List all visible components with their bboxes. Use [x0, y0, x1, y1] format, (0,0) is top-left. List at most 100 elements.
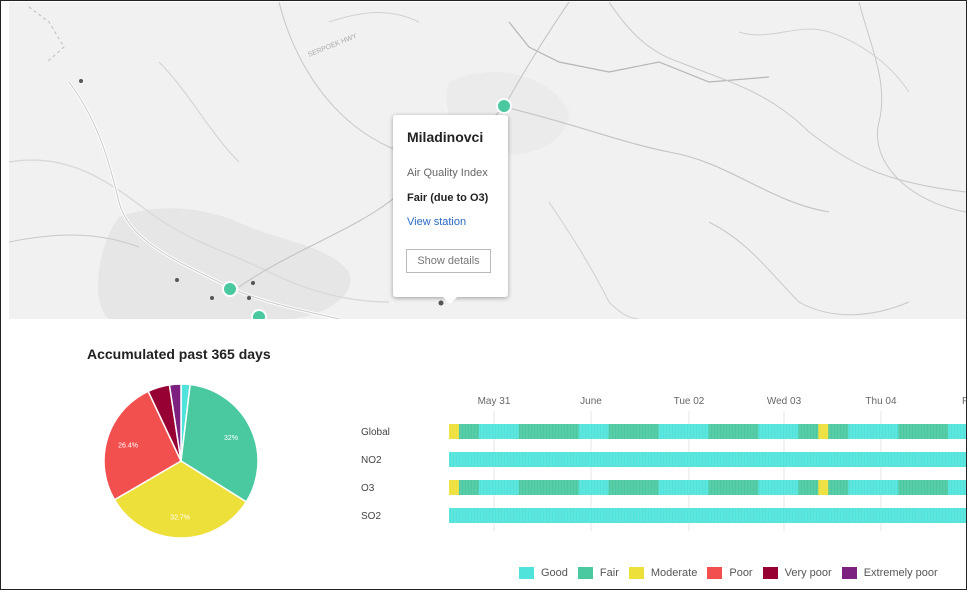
timeline-cell[interactable] — [498, 480, 510, 495]
timeline-cell[interactable] — [748, 480, 759, 495]
timeline-cell[interactable] — [528, 424, 540, 439]
timeline-cell[interactable] — [808, 480, 819, 495]
timeline-cell[interactable] — [508, 508, 520, 523]
timeline-cell[interactable] — [628, 480, 639, 495]
timeline-cell[interactable] — [838, 424, 849, 439]
timeline-cell[interactable] — [468, 452, 480, 467]
timeline-cell[interactable] — [478, 480, 490, 495]
timeline-cell[interactable] — [478, 452, 490, 467]
timeline-cell[interactable] — [868, 452, 879, 467]
timeline-cell[interactable] — [568, 480, 580, 495]
timeline-cell[interactable] — [468, 480, 480, 495]
timeline-cell[interactable] — [558, 480, 570, 495]
timeline-cell[interactable] — [508, 480, 520, 495]
timeline-cell[interactable] — [958, 480, 967, 495]
timeline-cell[interactable] — [598, 508, 609, 523]
legend-swatch — [628, 567, 644, 579]
timeline-cell[interactable] — [598, 424, 609, 439]
timeline-cell[interactable] — [778, 480, 789, 495]
timeline-cell[interactable] — [498, 508, 510, 523]
timeline-cell[interactable] — [928, 452, 939, 467]
timeline-cell[interactable] — [718, 480, 729, 495]
timeline-cell[interactable] — [658, 508, 669, 523]
timeline-cell[interactable] — [898, 424, 909, 439]
timeline-cell[interactable] — [898, 480, 909, 495]
timeline-cell[interactable] — [658, 452, 669, 467]
timeline-cell[interactable] — [808, 424, 819, 439]
timeline-cell[interactable] — [868, 424, 879, 439]
timeline-cell[interactable] — [868, 508, 879, 523]
timeline-cell[interactable] — [658, 424, 669, 439]
legend-label: Good — [541, 567, 568, 579]
timeline-cell[interactable] — [538, 480, 550, 495]
timeline-cell[interactable] — [628, 508, 639, 523]
timeline-cell[interactable] — [558, 424, 570, 439]
timeline-cell[interactable] — [808, 508, 819, 523]
legend-swatch — [707, 567, 723, 579]
timeline-cell[interactable] — [778, 508, 789, 523]
timeline-cell[interactable] — [538, 452, 550, 467]
legend-label: Very poor — [784, 567, 832, 579]
timeline-cell[interactable] — [718, 508, 729, 523]
timeline-cell[interactable] — [558, 508, 570, 523]
timeline-cell[interactable] — [498, 452, 510, 467]
timeline-cell[interactable] — [838, 452, 849, 467]
timeline-cell[interactable] — [498, 424, 510, 439]
timeline-cell[interactable] — [778, 452, 789, 467]
station-marker[interactable] — [496, 98, 512, 114]
view-station-link[interactable]: View station — [407, 216, 466, 228]
timeline-tick-label: F — [962, 396, 967, 407]
timeline-cell[interactable] — [898, 508, 909, 523]
timeline-cell[interactable] — [478, 424, 490, 439]
timeline-cell[interactable] — [928, 424, 939, 439]
timeline-cell[interactable] — [928, 480, 939, 495]
timeline-cell[interactable] — [558, 452, 570, 467]
legend-label: Fair — [599, 567, 619, 579]
timeline-cell[interactable] — [468, 424, 480, 439]
timeline-cell[interactable] — [528, 508, 540, 523]
timeline-cell[interactable] — [538, 424, 550, 439]
timeline-cell[interactable] — [718, 452, 729, 467]
timeline-cell[interactable] — [598, 480, 609, 495]
station-marker[interactable] — [222, 281, 238, 297]
legend-item-good: Good — [519, 567, 568, 579]
timeline-cell[interactable] — [538, 508, 550, 523]
timeline-cell[interactable] — [528, 480, 540, 495]
timeline-cell[interactable] — [528, 452, 540, 467]
timeline-cell[interactable] — [718, 424, 729, 439]
show-details-button[interactable]: Show details — [406, 249, 491, 273]
timeline-cell[interactable] — [688, 480, 699, 495]
timeline-cell[interactable] — [748, 508, 759, 523]
timeline-cell[interactable] — [688, 508, 699, 523]
timeline-cell[interactable] — [628, 452, 639, 467]
legend-label: Poor — [729, 567, 753, 579]
timeline-cell[interactable] — [508, 424, 520, 439]
timeline-cell[interactable] — [658, 480, 669, 495]
timeline-cell[interactable] — [568, 508, 580, 523]
timeline-cell[interactable] — [928, 508, 939, 523]
timeline-cell[interactable] — [838, 480, 849, 495]
timeline-cell[interactable] — [478, 508, 490, 523]
timeline-cell[interactable] — [778, 424, 789, 439]
timeline-cell[interactable] — [568, 452, 580, 467]
station-marker[interactable] — [251, 309, 267, 319]
timeline-cell[interactable] — [628, 424, 639, 439]
timeline-cell[interactable] — [958, 508, 967, 523]
timeline-cell[interactable] — [868, 480, 879, 495]
timeline-cell[interactable] — [688, 452, 699, 467]
timeline-cell[interactable] — [468, 508, 480, 523]
timeline-tick-label: Wed 03 — [767, 396, 802, 407]
timeline-cell[interactable] — [838, 508, 849, 523]
timeline-cell[interactable] — [808, 452, 819, 467]
timeline-cell[interactable] — [898, 452, 909, 467]
timeline-cell[interactable] — [508, 452, 520, 467]
timeline-cell[interactable] — [958, 452, 967, 467]
timeline-cell[interactable] — [958, 424, 967, 439]
popup-station-name: Miladinovci — [407, 129, 484, 145]
timeline-cell[interactable] — [568, 424, 580, 439]
map-view[interactable]: SERPOEK HWY Miladinovci Air Quality Inde… — [9, 2, 966, 319]
timeline-cell[interactable] — [748, 424, 759, 439]
timeline-cell[interactable] — [688, 424, 699, 439]
timeline-cell[interactable] — [748, 452, 759, 467]
timeline-cell[interactable] — [598, 452, 609, 467]
